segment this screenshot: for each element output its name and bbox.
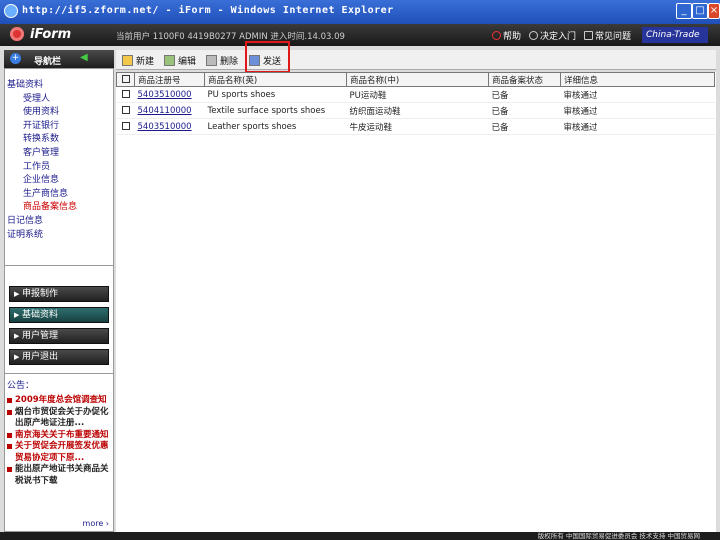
cell-name-en: Textile surface sports shoes [204, 102, 347, 119]
minimize-button[interactable]: _ [676, 3, 692, 19]
help-icon [492, 31, 501, 40]
nav-button-logout[interactable]: ▶ 用户退出 [9, 349, 109, 365]
notice-item[interactable]: 南京海关关于布重要通知 [7, 430, 111, 442]
notice-title: 公告： [7, 381, 35, 391]
notice-item[interactable]: 能出原产地证书关商品关税说书下载 [7, 464, 111, 487]
cell-name-cn: 纺织面运动鞋 [346, 102, 489, 119]
tree-item-certificate-system[interactable]: 证明系统 [5, 229, 113, 243]
col-name-cn[interactable]: 商品名称(中) [346, 72, 489, 87]
brand-logo[interactable]: China-Trade [642, 27, 708, 43]
notice-item[interactable]: 烟台市贸促会关于办促化出原产地证注册... [7, 407, 111, 430]
notice-item[interactable]: 2009年度总会馆调查知 [7, 395, 111, 407]
table-row[interactable]: 5403510000 Leather sports shoes 牛皮运动鞋 已备… [116, 118, 715, 135]
maximize-button[interactable]: □ [692, 3, 708, 19]
tree-item-basic-data[interactable]: 基础资料 [5, 79, 113, 93]
triangle-right-icon: ▶ [14, 290, 20, 298]
app-logo: iForm [30, 27, 72, 42]
reg-no-link[interactable]: 5404110000 [138, 106, 192, 116]
delete-button[interactable]: 删除 [206, 54, 238, 67]
table-row[interactable]: 5403510000 PU sports shoes PU运动鞋 已备 审核通过 [116, 86, 715, 103]
ie-icon [4, 4, 18, 18]
triangle-right-icon: ▶ [14, 353, 20, 361]
window-title: http://if5.zform.net/ - iForm - Windows … [22, 5, 394, 16]
trash-icon [206, 55, 217, 66]
bullet-icon [7, 432, 12, 438]
new-button[interactable]: 新建 [122, 54, 154, 67]
col-reg-no[interactable]: 商品注册号 [134, 72, 205, 87]
cell-status: 已备 [488, 86, 561, 103]
tree-item-staff[interactable]: 工作员 [5, 161, 113, 175]
row-checkbox[interactable] [121, 106, 130, 114]
window-title-bar: http://if5.zform.net/ - iForm - Windows … [0, 0, 720, 24]
tree-item-log-info[interactable]: 日记信息 [5, 215, 113, 229]
sidebar-title: 导航栏 [34, 57, 62, 67]
row-checkbox[interactable] [121, 90, 130, 98]
triangle-right-icon: ▶ [14, 332, 20, 340]
col-details[interactable]: 详细信息 [560, 72, 715, 87]
nav-buttons: ▶ 申报制作 ▶ 基础资料 ▶ 用户管理 ▶ 用户退出 [4, 266, 114, 374]
bullet-icon [7, 409, 12, 415]
toolbar: 新建 编辑 删除 发送 [116, 50, 716, 70]
nav-button-basic-data[interactable]: ▶ 基础资料 [9, 307, 109, 323]
tree-item-company-info[interactable]: 企业信息 [5, 174, 113, 188]
bullet-icon [7, 398, 12, 403]
col-name-en[interactable]: 商品名称(英) [204, 72, 347, 87]
cell-details[interactable]: 审核通过 [560, 118, 715, 135]
cell-details[interactable]: 审核通过 [560, 102, 715, 119]
triangle-right-icon: ▶ [14, 311, 20, 319]
row-checkbox[interactable] [121, 122, 130, 130]
back-arrow-icon[interactable]: ◀ [80, 52, 88, 63]
product-table-area: 商品注册号 商品名称(英) 商品名称(中) 商品备案状态 详细信息 540351… [116, 72, 716, 532]
reg-no-link[interactable]: 5403510000 [138, 122, 192, 132]
edit-icon [164, 55, 175, 66]
nav-button-declaration[interactable]: ▶ 申报制作 [9, 286, 109, 302]
notice-item[interactable]: 关于贸促会开展签发优惠贸易协定项下原... [7, 441, 111, 464]
tree-item-usage-data[interactable]: 使用资料 [5, 106, 113, 120]
status-bar: 版权所有 中国国际贸易促进委员会 技术支持 中国贸易网 [0, 532, 720, 540]
bullet-icon [7, 444, 12, 449]
cell-name-en: Leather sports shoes [204, 118, 347, 135]
product-table: 商品注册号 商品名称(英) 商品名称(中) 商品备案状态 详细信息 540351… [116, 72, 715, 135]
tree-item-customer-management[interactable]: 客户管理 [5, 147, 113, 161]
bullet-icon [7, 467, 12, 472]
cell-name-cn: PU运动鞋 [346, 86, 489, 103]
more-link[interactable]: more › [83, 519, 109, 528]
tree-item-consignee[interactable]: 受理人 [5, 93, 113, 107]
faq-icon [584, 31, 594, 40]
cell-status: 已备 [488, 102, 561, 119]
tree-item-conversion-factor[interactable]: 转换系数 [5, 133, 113, 147]
app-header: iForm 当前用户 1100F0 4419B0277 ADMIN 进入时间.1… [0, 24, 720, 46]
tree-item-product-record[interactable]: 商品备案信息 [5, 201, 113, 215]
edit-button[interactable]: 编辑 [164, 54, 196, 67]
close-window-button[interactable]: × [708, 3, 720, 19]
select-all-checkbox[interactable] [122, 75, 130, 83]
reg-no-link[interactable]: 5403510000 [138, 90, 192, 100]
nav-tree: 基础资料 受理人 使用资料 开证银行 转换系数 客户管理 工作员 企业信息 生产… [4, 68, 114, 266]
faq-link[interactable]: 常见问题 [584, 29, 631, 42]
col-status[interactable]: 商品备案状态 [488, 72, 561, 87]
getting-started-link[interactable]: 决定入门 [529, 29, 576, 42]
tree-item-issuing-bank[interactable]: 开证银行 [5, 120, 113, 134]
nav-button-user-management[interactable]: ▶ 用户管理 [9, 328, 109, 344]
select-all-header [116, 72, 135, 87]
help-link[interactable]: 帮助 [492, 29, 521, 42]
logo-icon [10, 27, 24, 41]
new-icon [122, 55, 133, 66]
send-highlight-box [245, 41, 290, 73]
user-info: 当前用户 1100F0 4419B0277 ADMIN 进入时间.14.03.0… [116, 32, 345, 42]
expand-icon[interactable]: + [10, 53, 21, 64]
cell-status: 已备 [488, 118, 561, 135]
sidebar-header: + 导航栏 ◀ [4, 50, 114, 68]
notice-panel: 公告： 2009年度总会馆调查知 烟台市贸促会关于办促化出原产地证注册... 南… [4, 374, 114, 532]
cell-name-en: PU sports shoes [204, 86, 347, 103]
person-icon [529, 31, 539, 40]
cell-name-cn: 牛皮运动鞋 [346, 118, 489, 135]
tree-item-manufacturer-info[interactable]: 生产商信息 [5, 188, 113, 202]
table-row[interactable]: 5404110000 Textile surface sports shoes … [116, 102, 715, 119]
cell-details[interactable]: 审核通过 [560, 86, 715, 103]
sidebar: + 导航栏 ◀ 基础资料 受理人 使用资料 开证银行 转换系数 客户管理 工作员… [4, 50, 114, 532]
table-header-row: 商品注册号 商品名称(英) 商品名称(中) 商品备案状态 详细信息 [116, 72, 715, 87]
